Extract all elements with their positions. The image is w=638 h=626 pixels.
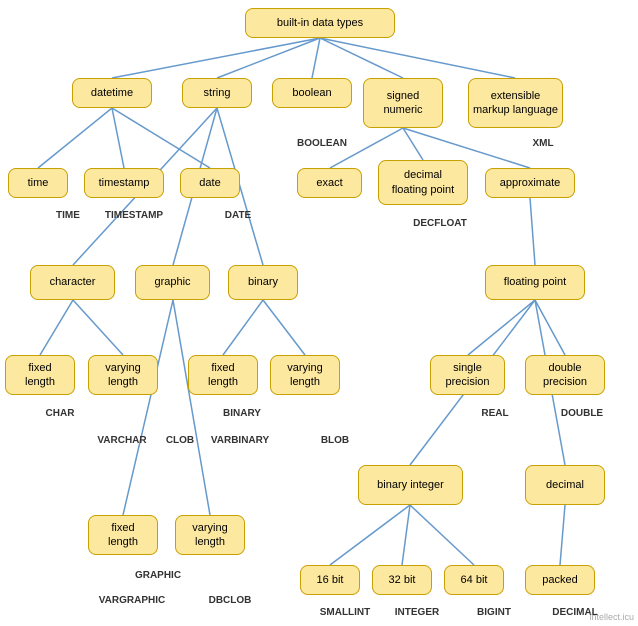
- node-decimal_fp: decimal floating point: [378, 160, 468, 205]
- label-DBCLOB: DBCLOB: [180, 595, 280, 606]
- label-BINARY: BINARY: [192, 408, 292, 419]
- node-approximate: approximate: [485, 168, 575, 198]
- node-string: string: [182, 78, 252, 108]
- node-boolean: boolean: [272, 78, 352, 108]
- node-floating_point: floating point: [485, 265, 585, 300]
- node-bit32: 32 bit: [372, 565, 432, 595]
- node-packed: packed: [525, 565, 595, 595]
- label-BLOB: BLOB: [285, 435, 385, 446]
- label-DECFLOAT: DECFLOAT: [390, 218, 490, 229]
- node-varying_length_gr: varying length: [175, 515, 245, 555]
- node-fixed_length_char: fixed length: [5, 355, 75, 395]
- label-DATE: DATE: [188, 210, 288, 221]
- node-signed_numeric: signed numeric: [363, 78, 443, 128]
- node-single_precision: single precision: [430, 355, 505, 395]
- node-bit64: 64 bit: [444, 565, 504, 595]
- node-fixed_length_gr: fixed length: [88, 515, 158, 555]
- label-VARGRAPHIC: VARGRAPHIC: [82, 595, 182, 606]
- node-varying_length_bin: varying length: [270, 355, 340, 395]
- node-double_precision: double precision: [525, 355, 605, 395]
- node-varying_length_char: varying length: [88, 355, 158, 395]
- node-decimal_node: decimal: [525, 465, 605, 505]
- node-builtin: built-in data types: [245, 8, 395, 38]
- node-bit16: 16 bit: [300, 565, 360, 595]
- node-character: character: [30, 265, 115, 300]
- node-extensible: extensible markup language: [468, 78, 563, 128]
- node-binary: binary: [228, 265, 298, 300]
- watermark: intellect.icu: [589, 612, 634, 622]
- label-CHAR: CHAR: [10, 408, 110, 419]
- label-VARBINARY: VARBINARY: [190, 435, 290, 446]
- label-TIMESTAMP: TIMESTAMP: [84, 210, 184, 221]
- node-datetime: datetime: [72, 78, 152, 108]
- label-XML: XML: [493, 138, 593, 149]
- label-REAL: REAL: [445, 408, 545, 419]
- node-binary_integer: binary integer: [358, 465, 463, 505]
- label-DOUBLE: DOUBLE: [532, 408, 632, 419]
- node-time: time: [8, 168, 68, 198]
- node-fixed_length_bin: fixed length: [188, 355, 258, 395]
- node-date: date: [180, 168, 240, 198]
- label-BOOLEAN: BOOLEAN: [272, 138, 372, 149]
- node-graphic: graphic: [135, 265, 210, 300]
- node-exact: exact: [297, 168, 362, 198]
- node-timestamp: timestamp: [84, 168, 164, 198]
- diagram: built-in data typesdatetimestringboolean…: [0, 0, 638, 626]
- label-GRAPHIC: GRAPHIC: [108, 570, 208, 581]
